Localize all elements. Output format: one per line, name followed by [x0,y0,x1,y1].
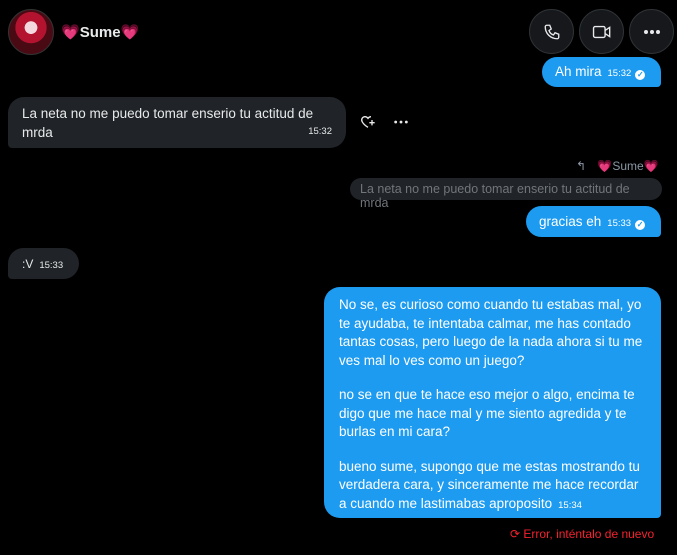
message-text: bueno sume, supongo que me estas mostran… [339,458,640,511]
heart-emoji-left: 💗 [597,159,613,173]
contact-name-text: Sume [79,24,121,41]
message-text: Ah mira [555,64,602,79]
message-bubble-received[interactable]: La neta no me puedo tomar enserio tu act… [8,97,346,148]
heart-emoji-left: 💗 [61,24,80,41]
message-paragraph: bueno sume, supongo que me estas mostran… [339,458,646,516]
message-text: :V [22,257,34,271]
message-time: 15:32 [308,126,332,137]
message-paragraph: no se en que te hace eso mejor o algo, e… [339,387,635,439]
message-bubble-sent[interactable]: Ah mira 15:32 ✓ [542,57,661,87]
message-options-icon[interactable] [393,114,409,133]
message-time: 15:34 [558,499,582,511]
message-bubble-sent[interactable]: gracias eh 15:33 ✓ [526,206,661,237]
message-time: 15:33 [607,218,632,229]
message-bubble-sent[interactable]: No se, es curioso como cuando tu estabas… [324,287,661,518]
avatar[interactable] [8,9,54,55]
phone-icon [544,24,559,39]
message-text: La neta no me puedo tomar enserio tu act… [22,106,314,140]
heart-emoji-right: 💗 [643,159,659,173]
read-check-icon: ✓ [635,220,646,230]
contact-name[interactable]: 💗Sume💗 [61,23,139,41]
reply-context: ↰ 💗Sume💗 [576,159,659,173]
heart-plus-icon[interactable] [360,114,376,133]
read-check-icon: ✓ [635,70,646,80]
send-error[interactable]: ⟳ Error, inténtalo de nuevo [510,527,654,541]
heart-emoji-right: 💗 [120,24,140,41]
message-paragraph: No se, es curioso como cuando tu estabas… [339,297,643,368]
more-horizontal-icon [643,29,660,34]
more-options-button[interactable] [629,9,674,54]
reply-author: Sume [612,159,644,173]
video-icon [592,25,610,38]
error-text: Error, inténtalo de nuevo [523,527,655,541]
video-call-button[interactable] [579,9,624,54]
message-time: 15:32 [607,68,632,79]
message-bubble-received[interactable]: :V 15:33 [8,248,79,279]
call-button[interactable] [529,9,574,54]
message-text: gracias eh [539,214,602,229]
retry-icon: ⟳ [510,527,521,541]
message-time: 15:33 [39,260,64,271]
reply-arrow-icon: ↰ [576,159,587,173]
quoted-message[interactable]: La neta no me puedo tomar enserio tu act… [350,178,662,210]
